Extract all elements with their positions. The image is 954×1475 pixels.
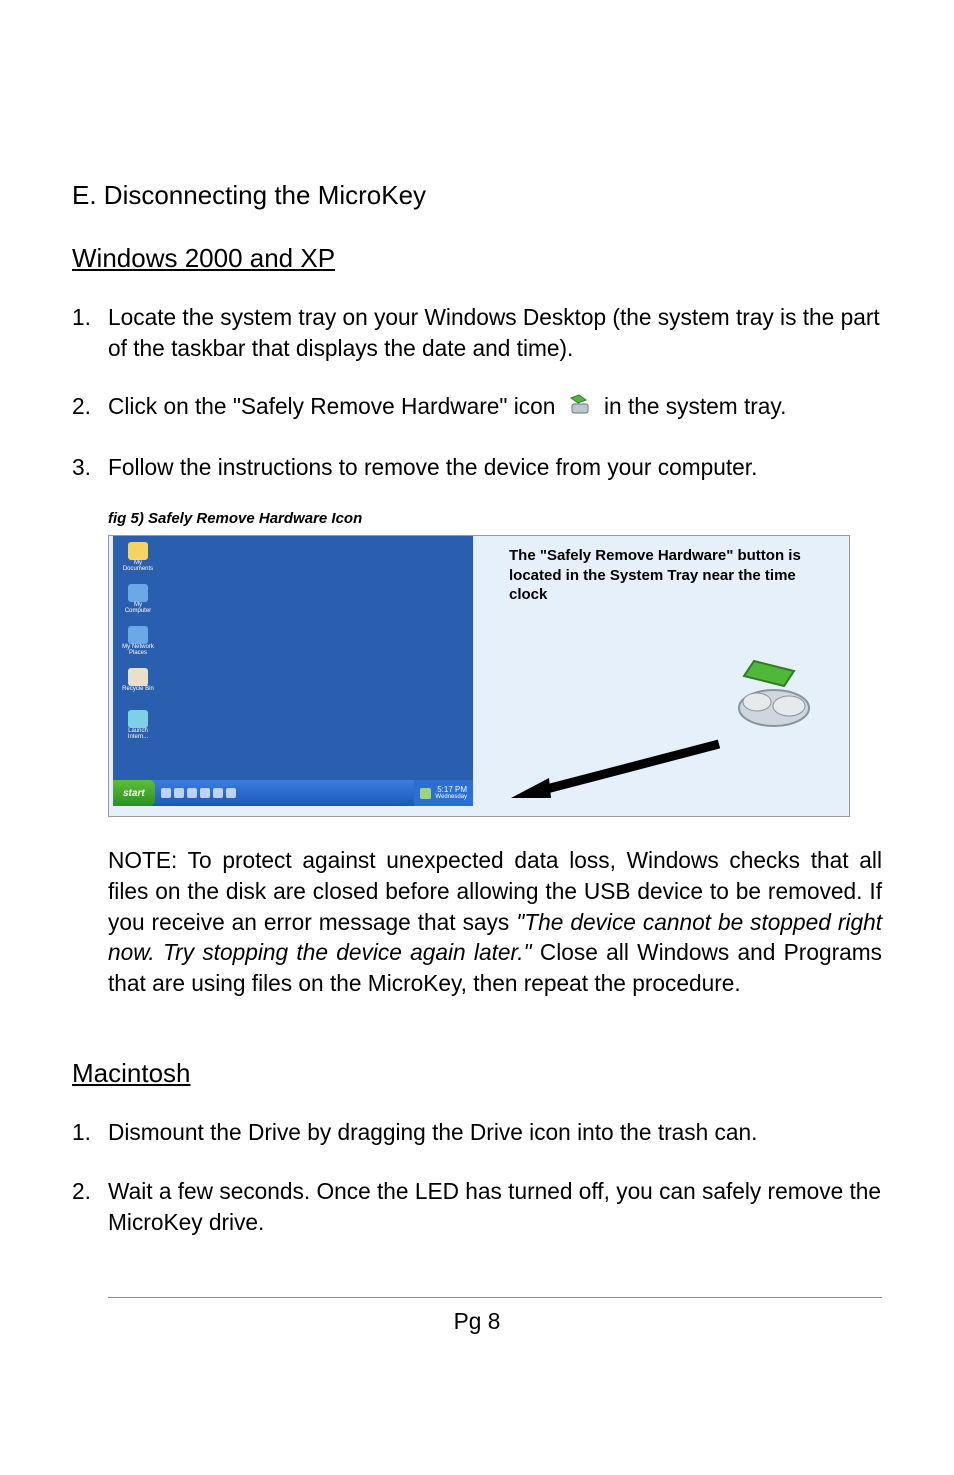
note-paragraph: NOTE: To protect against unexpected data… xyxy=(108,845,882,998)
tray-clock: 5:17 PM Wednesday xyxy=(435,786,467,801)
list-number: 1. xyxy=(72,1117,108,1148)
list-item-text: Click on the "Safely Remove Hardware" ic… xyxy=(108,391,882,423)
windows-heading: Windows 2000 and XP xyxy=(72,243,882,274)
list-item-text: Locate the system tray on your Windows D… xyxy=(108,302,882,363)
desktop-icon: Launch Intern... xyxy=(121,710,155,744)
safely-remove-hardware-icon-large xyxy=(699,656,819,741)
safely-remove-hardware-icon xyxy=(420,788,431,799)
desktop-icon: My Computer xyxy=(121,584,155,618)
figure-callout-text: The "Safely Remove Hardware" button is l… xyxy=(509,546,829,605)
page-number: Pg 8 xyxy=(72,1308,882,1335)
list-item-text: Wait a few seconds. Once the LED has tur… xyxy=(108,1176,882,1237)
figure-caption: fig 5) Safely Remove Hardware Icon xyxy=(108,510,882,527)
section-title: E. Disconnecting the MicroKey xyxy=(72,180,882,211)
footer-divider xyxy=(108,1297,882,1298)
figure: My Documents My Computer My Network Plac… xyxy=(108,535,882,817)
desktop-icon: Recycle Bin xyxy=(121,668,155,702)
xp-desktop-screenshot: My Documents My Computer My Network Plac… xyxy=(113,536,473,806)
list-number: 1. xyxy=(72,302,108,363)
desktop-icon: My Documents xyxy=(121,542,155,576)
system-tray: 5:17 PM Wednesday xyxy=(414,780,473,806)
macintosh-heading: Macintosh xyxy=(72,1058,882,1089)
text-post: in the system tray. xyxy=(604,393,786,419)
quick-launch xyxy=(161,788,236,798)
list-number: 3. xyxy=(72,452,108,483)
windows-list: 1. Locate the system tray on your Window… xyxy=(72,302,882,482)
taskbar: start 5:17 PM Wednesday xyxy=(113,780,473,806)
arrow-icon xyxy=(509,736,729,811)
text-pre: Click on the "Safely Remove Hardware" ic… xyxy=(108,393,555,419)
start-button: start xyxy=(113,780,155,806)
list-number: 2. xyxy=(72,1176,108,1237)
desktop-icon: My Network Places xyxy=(121,626,155,660)
list-number: 2. xyxy=(72,391,108,423)
safely-remove-hardware-icon xyxy=(566,393,594,424)
list-item-text: Dismount the Drive by dragging the Drive… xyxy=(108,1117,882,1148)
mac-list: 1. Dismount the Drive by dragging the Dr… xyxy=(72,1117,882,1237)
list-item-text: Follow the instructions to remove the de… xyxy=(108,452,882,483)
